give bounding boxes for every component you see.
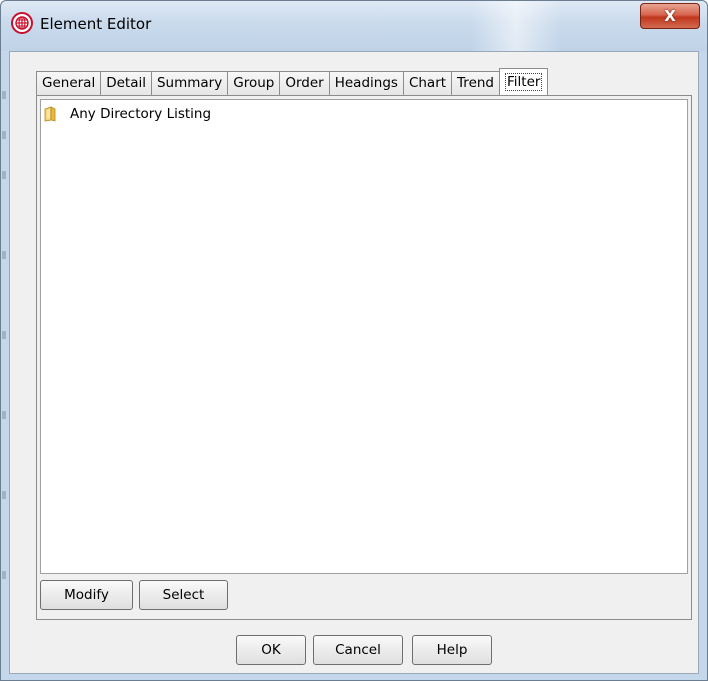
cancel-button[interactable]: Cancel <box>313 635 403 665</box>
list-item[interactable]: Any Directory Listing <box>44 104 211 124</box>
list-item-label: Any Directory Listing <box>70 106 212 122</box>
tab-trend[interactable]: Trend <box>451 71 499 95</box>
filter-list[interactable]: Any Directory Listing <box>40 99 688 574</box>
modify-button[interactable]: Modify <box>40 580 133 610</box>
tab-label: Order <box>285 75 324 91</box>
help-button[interactable]: Help <box>412 635 492 665</box>
tab-filter[interactable]: Filter <box>499 68 549 95</box>
window-frame-edge <box>1 91 7 651</box>
tab-label: Detail <box>106 75 146 91</box>
close-icon: X <box>664 7 676 25</box>
filter-tab-panel: Any Directory Listing Modify Select <box>36 95 692 620</box>
dialog-client-area: General Detail Summary Group Order Headi… <box>9 51 699 674</box>
element-editor-window: Element Editor X General Detail Summary … <box>0 0 708 681</box>
tab-group[interactable]: Group <box>227 71 280 95</box>
window-title: Element Editor <box>40 15 152 33</box>
folder-icon <box>44 106 56 122</box>
tab-label: Summary <box>156 75 223 91</box>
tab-order[interactable]: Order <box>279 71 329 95</box>
ok-button[interactable]: OK <box>236 635 306 665</box>
tab-detail[interactable]: Detail <box>100 71 151 95</box>
tab-label: Group <box>233 75 275 91</box>
tab-label: Trend <box>457 75 494 91</box>
tab-chart[interactable]: Chart <box>402 71 452 95</box>
tab-label: Filter <box>505 73 543 91</box>
tab-strip: General Detail Summary Group Order Headi… <box>36 68 549 95</box>
select-button[interactable]: Select <box>139 580 228 610</box>
tab-general[interactable]: General <box>36 71 101 95</box>
tab-summary[interactable]: Summary <box>150 71 228 95</box>
app-globe-icon <box>11 12 33 34</box>
tab-label: Headings <box>334 75 398 91</box>
tab-headings[interactable]: Headings <box>328 71 403 95</box>
tab-label: General <box>42 75 96 91</box>
tab-label: Chart <box>408 75 447 91</box>
title-bar[interactable]: Element Editor X <box>1 1 707 51</box>
close-button[interactable]: X <box>640 3 700 29</box>
